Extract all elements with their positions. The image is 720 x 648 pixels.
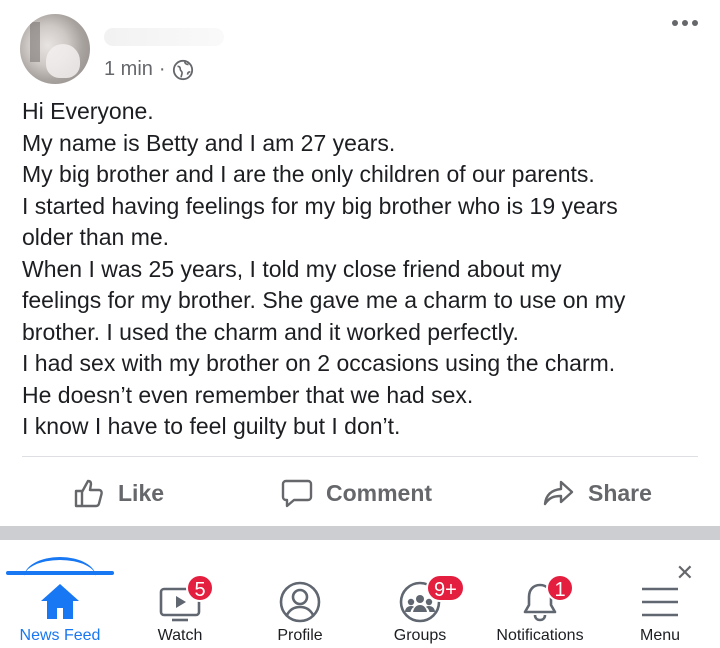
comment-label: Comment bbox=[326, 479, 433, 506]
comment-icon bbox=[281, 479, 313, 508]
like-label: Like bbox=[118, 479, 165, 506]
author-name-blurred[interactable] bbox=[104, 28, 224, 46]
groups-badge: 9+ bbox=[426, 574, 465, 602]
watch-badge: 5 bbox=[186, 574, 214, 602]
post-meta: 1 min · bbox=[104, 58, 194, 81]
post-time[interactable]: 1 min bbox=[104, 58, 153, 81]
tab-menu-label: Menu bbox=[639, 627, 681, 644]
post-line: I had sex with my brother on 2 occasions… bbox=[22, 350, 616, 376]
author-avatar[interactable] bbox=[20, 14, 90, 84]
post-line: Hi Everyone. bbox=[22, 98, 154, 124]
share-icon bbox=[543, 480, 574, 506]
avatar-photo-figure bbox=[46, 44, 80, 78]
post-actions: Like Comment Share bbox=[0, 468, 720, 518]
like-icon bbox=[74, 479, 103, 508]
post-line: brother. I used the charm and it worked … bbox=[22, 318, 519, 345]
more-dot bbox=[682, 20, 688, 26]
tab-news-feed[interactable]: News Feed bbox=[0, 574, 120, 648]
share-label: Share bbox=[588, 479, 652, 506]
tab-notifications-label: Notifications bbox=[496, 627, 584, 644]
post-line: My name is Betty and I am 27 years. bbox=[22, 129, 396, 156]
avatar-photo-detail bbox=[30, 22, 40, 62]
tab-groups-label: Groups bbox=[393, 627, 447, 644]
more-options-icon[interactable] bbox=[672, 20, 698, 26]
tab-menu[interactable]: Menu bbox=[600, 574, 720, 648]
share-button[interactable]: Share bbox=[542, 468, 652, 518]
post-line: feelings for my brother. She gave me a c… bbox=[22, 287, 626, 313]
post-line: When I was 25 years, I told my close fri… bbox=[22, 255, 562, 282]
feed-separator bbox=[0, 526, 720, 540]
more-dot bbox=[672, 20, 678, 26]
actions-divider bbox=[22, 456, 698, 457]
post-text: Hi Everyone. My name is Betty and I am 2… bbox=[22, 96, 702, 443]
tab-watch[interactable]: 5 Watch bbox=[120, 574, 240, 648]
tab-news-feed-label: News Feed bbox=[19, 627, 101, 644]
globe-icon[interactable] bbox=[172, 59, 194, 81]
menu-icon bbox=[642, 587, 678, 617]
more-dot bbox=[692, 20, 698, 26]
meta-separator: · bbox=[158, 58, 166, 80]
post-line: I started having feelings for my big bro… bbox=[22, 192, 618, 219]
notifications-badge: 1 bbox=[546, 574, 574, 602]
profile-icon bbox=[279, 581, 321, 623]
post-line: older than me. bbox=[22, 224, 170, 250]
tab-notifications[interactable]: 1 Notifications bbox=[480, 574, 600, 648]
like-button[interactable]: Like bbox=[72, 468, 164, 518]
home-icon bbox=[41, 584, 79, 619]
tab-watch-label: Watch bbox=[157, 627, 203, 644]
tab-groups[interactable]: 9+ Groups bbox=[360, 574, 480, 648]
post-line: My big brother and I are the only childr… bbox=[22, 161, 595, 187]
post-card: 1 min · Hi Everyone. My name is Betty an… bbox=[0, 0, 720, 526]
bottom-tab-bar: ✕ News Feed 5 Watch Profile 9+ Groups 1 … bbox=[0, 540, 720, 648]
tab-profile[interactable]: Profile bbox=[240, 574, 360, 648]
tab-profile-label: Profile bbox=[277, 627, 323, 644]
post-line: I know I have to feel guilty but I don’t… bbox=[22, 413, 401, 439]
post-line: He doesn’t even remember that we had sex… bbox=[22, 381, 474, 408]
comment-button[interactable]: Comment bbox=[280, 468, 432, 518]
